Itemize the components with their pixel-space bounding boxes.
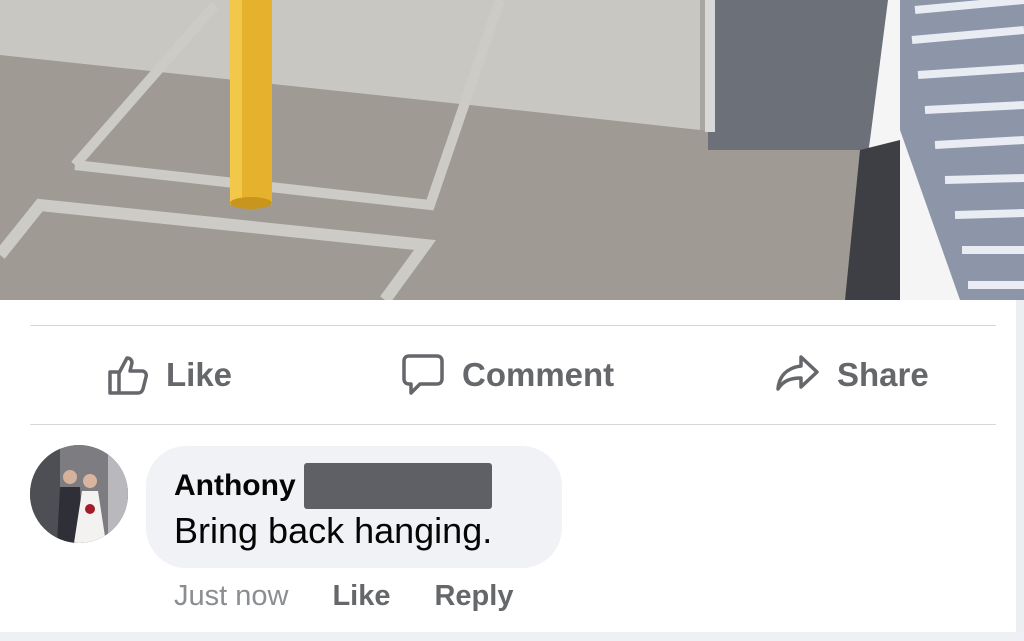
redacted-surname: [303, 463, 492, 509]
comment-bubble[interactable]: Anthony Bring back hanging.: [146, 446, 562, 568]
like-button[interactable]: Like: [106, 326, 232, 424]
post-action-bar: Like Comment Share: [30, 326, 996, 424]
avatar[interactable]: [30, 445, 128, 543]
comment-author-row: Anthony: [174, 463, 534, 509]
comment-author[interactable]: Anthony: [174, 469, 296, 503]
comment-timestamp[interactable]: Just now: [174, 580, 288, 613]
comment-like-button[interactable]: Like: [332, 580, 390, 613]
photo-scene: [0, 0, 1024, 300]
comment-reply-button[interactable]: Reply: [434, 580, 513, 613]
share-arrow-icon: [775, 352, 821, 398]
post-photo[interactable]: [0, 0, 1024, 300]
comment-label: Comment: [462, 356, 615, 393]
comment-text: Bring back hanging.: [174, 510, 493, 551]
speech-bubble-icon: [400, 352, 446, 398]
share-button[interactable]: Share: [775, 326, 929, 424]
thumbs-up-icon: [106, 353, 150, 397]
divider-bottom: [30, 424, 996, 425]
share-label: Share: [837, 356, 929, 393]
comment-button[interactable]: Comment: [400, 326, 614, 424]
right-edge-strip: [1016, 300, 1024, 641]
comment-meta: Just now Like Reply: [174, 574, 513, 618]
like-label: Like: [166, 356, 233, 393]
bottom-strip: [0, 632, 1024, 641]
